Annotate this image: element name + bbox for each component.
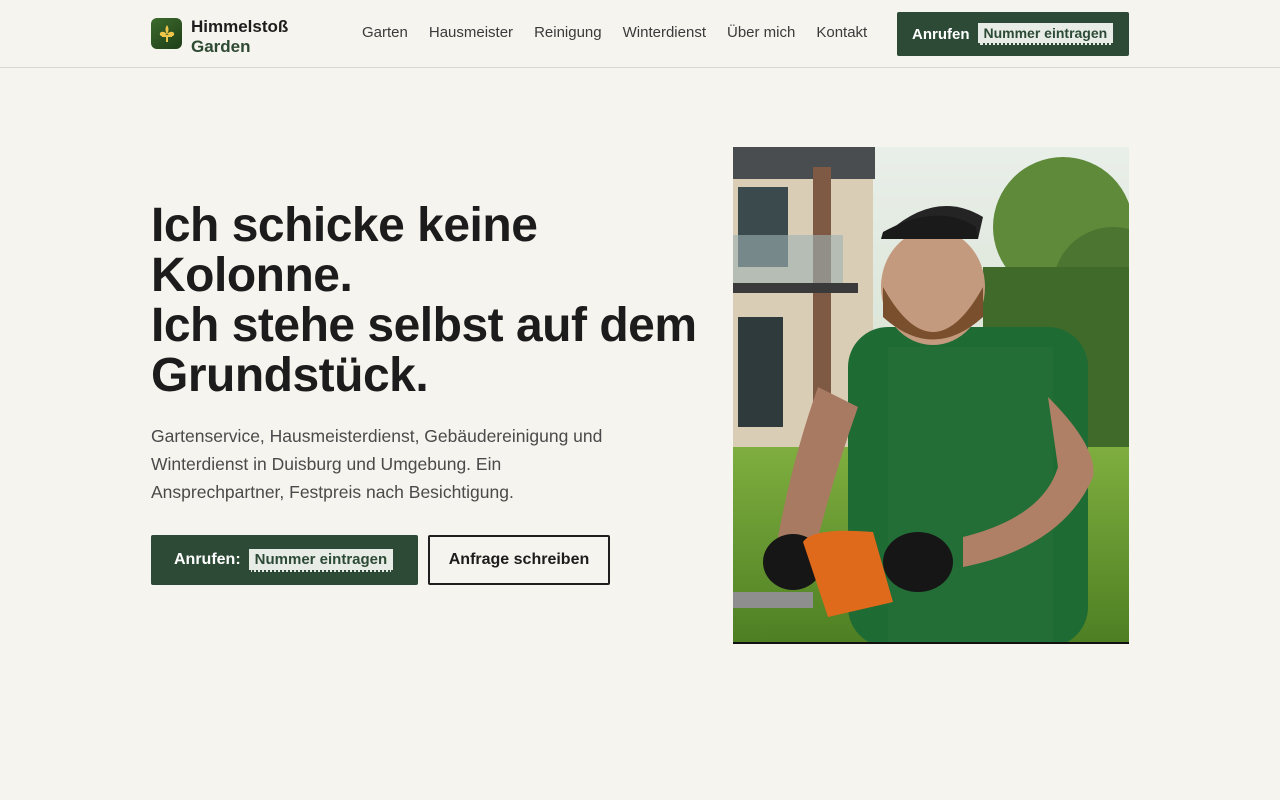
hero-title-line: Grundstück. xyxy=(151,349,429,402)
brand-name-line2: Garden xyxy=(191,37,251,56)
header-call-button[interactable]: Anrufen Nummer eintragen xyxy=(897,12,1129,56)
fleur-de-lis-icon xyxy=(151,18,182,49)
hero-title-line: Ich schicke keine xyxy=(151,199,538,252)
nav-item-garten[interactable]: Garten xyxy=(362,24,408,42)
nav-item-kontakt[interactable]: Kontakt xyxy=(816,24,867,42)
main-nav: Garten Hausmeister Reinigung Winterdiens… xyxy=(362,24,867,42)
site-header: Himmelstoß Garden Garten Hausmeister Rei… xyxy=(0,0,1280,68)
hero-description: Gartenservice, Hausmeisterdienst, Gebäud… xyxy=(151,426,603,502)
hero-title: Ich schicke keine Kolonne. Ich stehe sel… xyxy=(151,201,711,401)
call-button-label: Anrufen: xyxy=(174,551,241,568)
gardener-portrait-image xyxy=(733,147,1129,644)
hero-title-line: Ich stehe selbst auf dem xyxy=(151,299,697,352)
write-inquiry-button[interactable]: Anfrage schreiben xyxy=(428,535,610,585)
brand-logo[interactable]: Himmelstoß Garden xyxy=(151,17,288,57)
nav-item-reinigung[interactable]: Reinigung xyxy=(534,24,602,42)
nav-item-winterdienst[interactable]: Winterdienst xyxy=(623,24,706,42)
brand-name-line1: Himmelstoß xyxy=(191,17,289,36)
nav-item-ueber-mich[interactable]: Über mich xyxy=(727,24,795,42)
brand-name: Himmelstoß Garden xyxy=(191,17,288,57)
header-phone-number-placeholder: Nummer eintragen xyxy=(977,23,1114,45)
header-call-label: Anrufen xyxy=(912,25,970,43)
nav-item-hausmeister[interactable]: Hausmeister xyxy=(429,24,513,42)
phone-number-placeholder: Nummer eintragen xyxy=(248,548,394,572)
call-button[interactable]: Anrufen: Nummer eintragen xyxy=(151,535,418,585)
hero-title-line: Kolonne. xyxy=(151,249,353,302)
